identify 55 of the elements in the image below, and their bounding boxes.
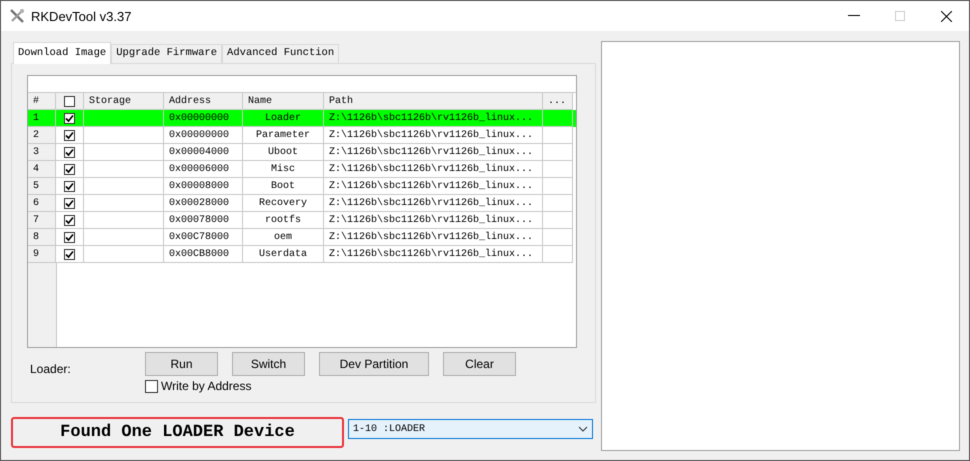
table-row[interactable]: 6 0x00028000 Recovery Z:\1126b\sbc1126b\rv1126b_linux... <box>28 195 576 212</box>
column-header[interactable]: Name <box>243 93 324 110</box>
window-title: RKDevTool v3.37 <box>31 8 132 24</box>
row-number: 3 <box>28 144 56 161</box>
row-checkbox[interactable] <box>64 198 75 208</box>
action-button[interactable]: Dev Partition <box>319 352 429 376</box>
column-header[interactable]: Address <box>164 93 243 110</box>
row-number: 2 <box>28 127 56 144</box>
checkbox-label: Write by Address <box>161 379 252 393</box>
row-checkbox[interactable] <box>64 130 75 140</box>
maximize-icon <box>895 11 905 21</box>
table-row[interactable]: 8 0x00C78000 oem Z:\1126b\sbc1126b\rv1126b_linux... <box>28 229 576 246</box>
select-all-checkbox[interactable] <box>64 96 75 106</box>
tab[interactable]: Advanced Function <box>222 44 340 63</box>
chevron-icon <box>578 426 588 432</box>
row-checkbox[interactable] <box>64 164 75 174</box>
column-header[interactable]: Path <box>324 93 543 110</box>
action-button[interactable]: Run <box>145 352 218 376</box>
row-number: 7 <box>28 212 56 229</box>
row-checkbox[interactable] <box>64 180 75 192</box>
close-icon <box>940 10 952 22</box>
table-row[interactable]: 4 0x00006000 Misc Z:\1126b\sbc1126b\rv1126b_linux... <box>28 161 576 178</box>
table-row[interactable]: 2 0x00000000 Parameter Z:\1126b\sbc1126b\rv1126b_linux... <box>28 127 576 144</box>
action-button[interactable]: Clear <box>443 352 516 376</box>
row-checkbox[interactable] <box>64 248 75 260</box>
status-message: Found One LOADER Device <box>11 417 344 448</box>
table-row[interactable]: 7 0x00078000 rootfs Z:\1126b\sbc1126b\rv1126b_linux... <box>28 212 576 229</box>
table-row[interactable]: 1 0x00000000 Loader Z:\1126b\sbc1126b\rv1126b_linux... <box>28 110 576 127</box>
minimize-icon <box>848 15 860 17</box>
tab[interactable]: Upgrade Firmware <box>111 44 222 63</box>
row-checkbox[interactable] <box>64 146 75 158</box>
table-row[interactable]: 5 0x00008000 Boot Z:\1126b\sbc1126b\rv1126b_linux... <box>28 178 576 195</box>
name-cell: Userdata <box>243 246 324 263</box>
row-checkbox[interactable] <box>64 112 75 124</box>
write-by-address-checkbox[interactable] <box>145 380 158 392</box>
row-number: 8 <box>28 229 56 246</box>
address-cell: 0x00CB8000 <box>164 246 243 263</box>
column-header[interactable]: ... <box>543 93 573 110</box>
device-select[interactable]: 1-10 :LOADER <box>348 419 593 439</box>
row-checkbox[interactable] <box>64 232 75 242</box>
row-number: 4 <box>28 161 56 178</box>
row-checkbox[interactable] <box>64 214 75 226</box>
row-number: 9 <box>28 246 56 263</box>
path-cell: Z:\1126b\sbc1126b\rv1126b_linux... <box>324 246 543 263</box>
row-number: 1 <box>28 110 56 127</box>
row-number: 6 <box>28 195 56 212</box>
action-button[interactable]: Switch <box>232 352 305 376</box>
tools-icon <box>9 8 25 24</box>
row-number: 5 <box>28 178 56 195</box>
table-row[interactable]: 9 0x00CB8000 Userdata Z:\1126b\sbc1126b\rv1126b_linux... <box>28 246 576 263</box>
loader-label: Loader: <box>29 362 72 376</box>
column-header[interactable]: # <box>28 93 56 110</box>
tab[interactable]: Download Image <box>13 42 112 64</box>
table-row[interactable]: 3 0x00004000 Uboot Z:\1126b\sbc1126b\rv1126b_linux... <box>28 144 576 161</box>
column-header[interactable]: Storage <box>84 93 164 110</box>
